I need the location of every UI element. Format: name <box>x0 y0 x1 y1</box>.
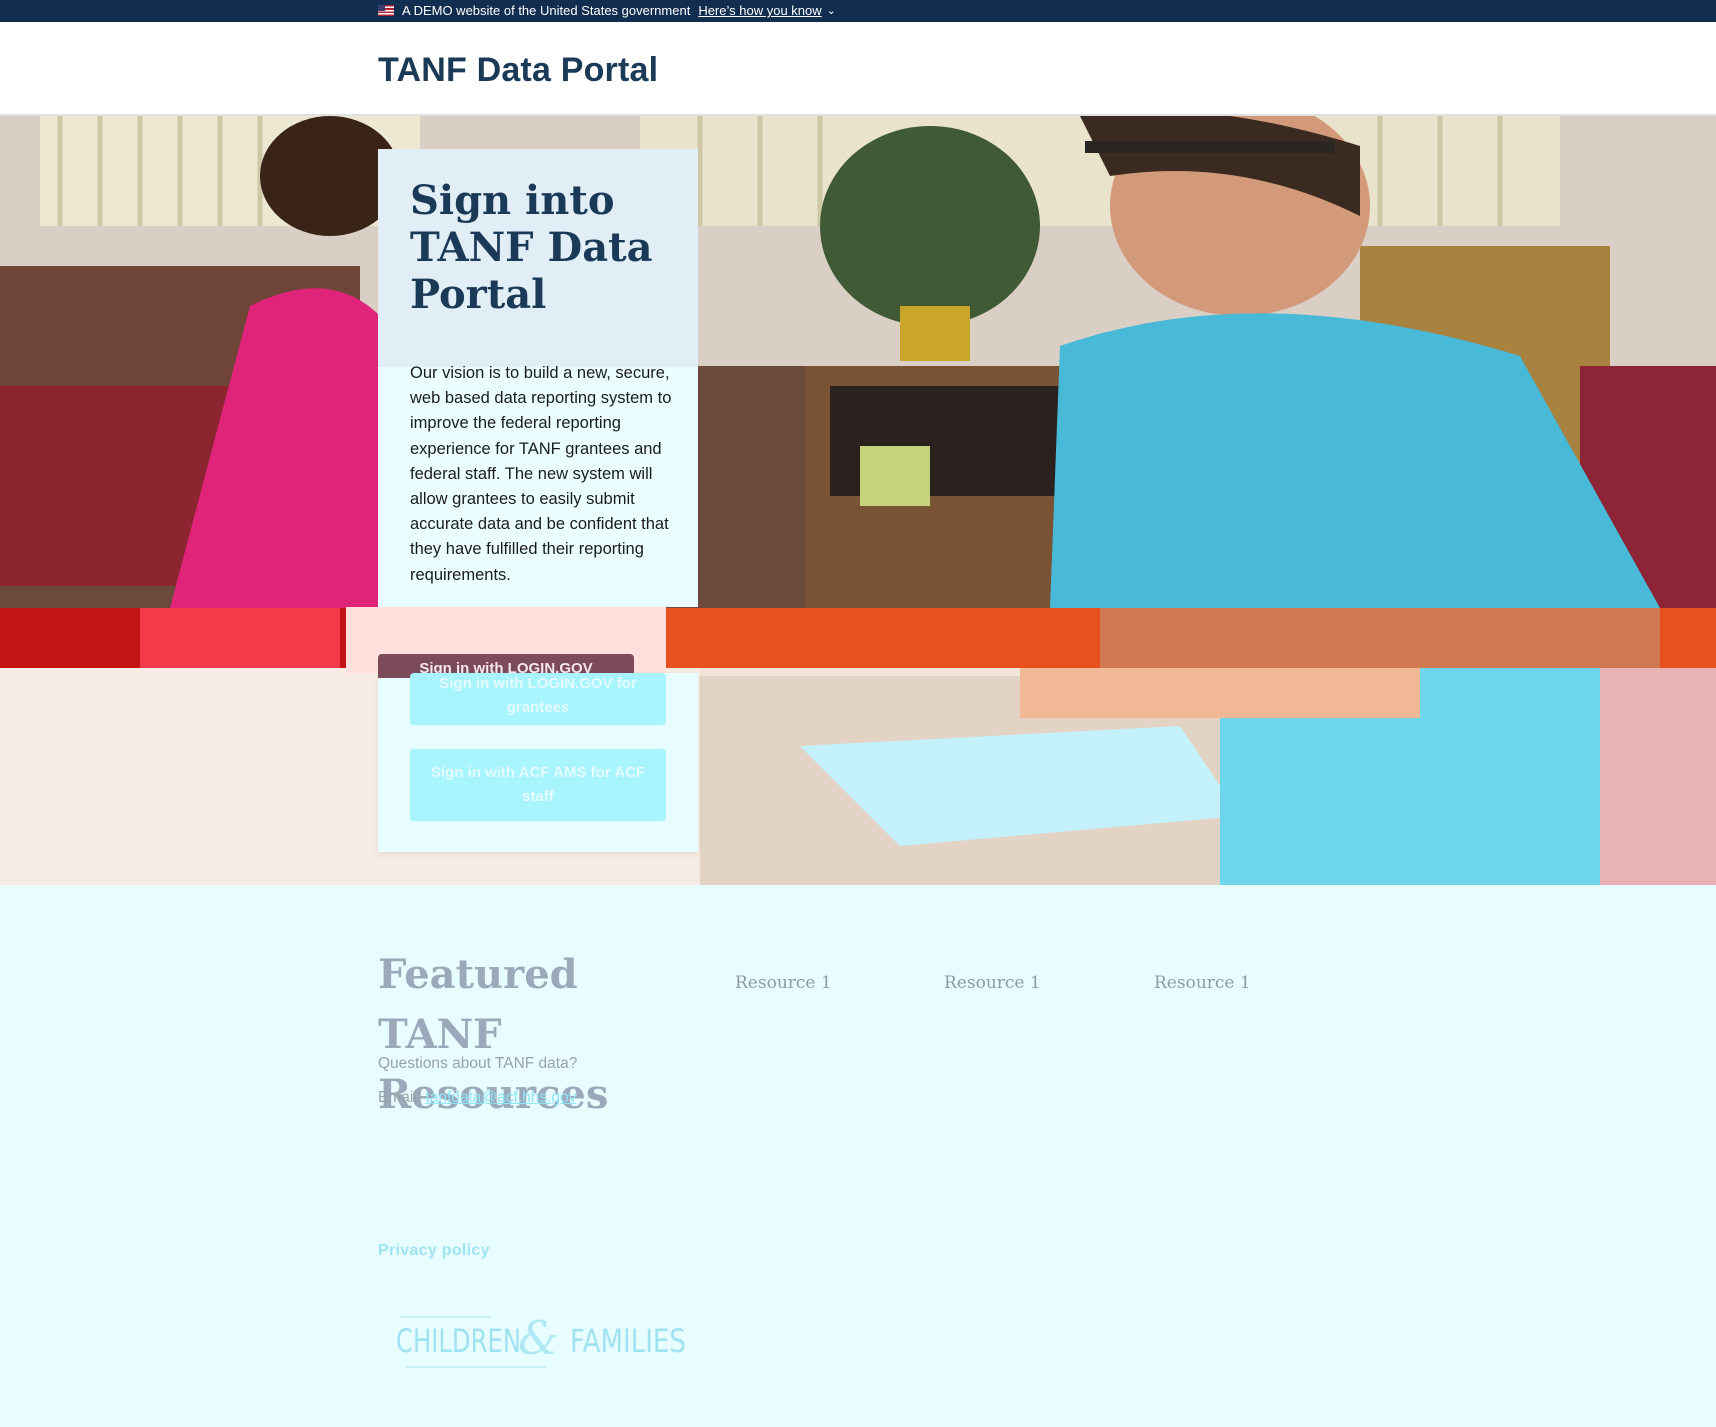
email-label: Email: <box>378 1089 422 1106</box>
signin-heading: Sign into TANF Data Portal <box>410 177 653 318</box>
acf-logo: CHILDREN & FAMILIES <box>396 1311 686 1368</box>
signin-card: Sign into TANF Data Portal Our vision is… <box>346 149 698 852</box>
resource-link-3[interactable]: Resource 1 <box>1154 973 1251 993</box>
chevron-down-icon[interactable]: ⌄ <box>827 4 836 17</box>
logo-text-families: FAMILIES <box>570 1322 686 1360</box>
heres-how-you-know-link[interactable]: Here’s how you know <box>698 3 821 18</box>
gov-banner: A DEMO website of the United States gove… <box>0 0 1716 22</box>
hero-section: Sign into TANF Data Portal Our vision is… <box>0 116 1716 885</box>
site-title[interactable]: TANF Data Portal <box>378 51 658 90</box>
gov-banner-text: A DEMO website of the United States gove… <box>402 3 691 18</box>
grantee-signin-button[interactable]: Sign in with LOGIN.GOV for grantees <box>410 673 666 725</box>
questions-text: Questions about TANF data? <box>378 1055 578 1072</box>
signin-description: Our vision is to build a new, secure, we… <box>410 364 672 584</box>
site-header: TANF Data Portal <box>0 22 1716 116</box>
grantee-signin-label: Sign in with LOGIN.GOV for grantees <box>439 675 637 716</box>
privacy-policy-link[interactable]: Privacy policy <box>378 1242 490 1260</box>
resource-link-1[interactable]: Resource 1 <box>735 973 832 993</box>
us-flag-icon <box>378 5 394 16</box>
resource-link-2[interactable]: Resource 1 <box>944 973 1041 993</box>
email-link[interactable]: tanfdata@acf.hhs.gov <box>425 1089 576 1106</box>
acf-signin-label: Sign in with ACF AMS for ACF staff <box>430 764 646 805</box>
logo-ampersand: & <box>518 1311 559 1365</box>
logo-text-children: CHILDREN <box>396 1322 521 1360</box>
email-line: Email: tanfdata@acf.hhs.gov <box>378 1089 576 1107</box>
hero-photo <box>0 116 1716 885</box>
acf-signin-button[interactable]: Sign in with ACF AMS for ACF staff <box>410 749 666 821</box>
